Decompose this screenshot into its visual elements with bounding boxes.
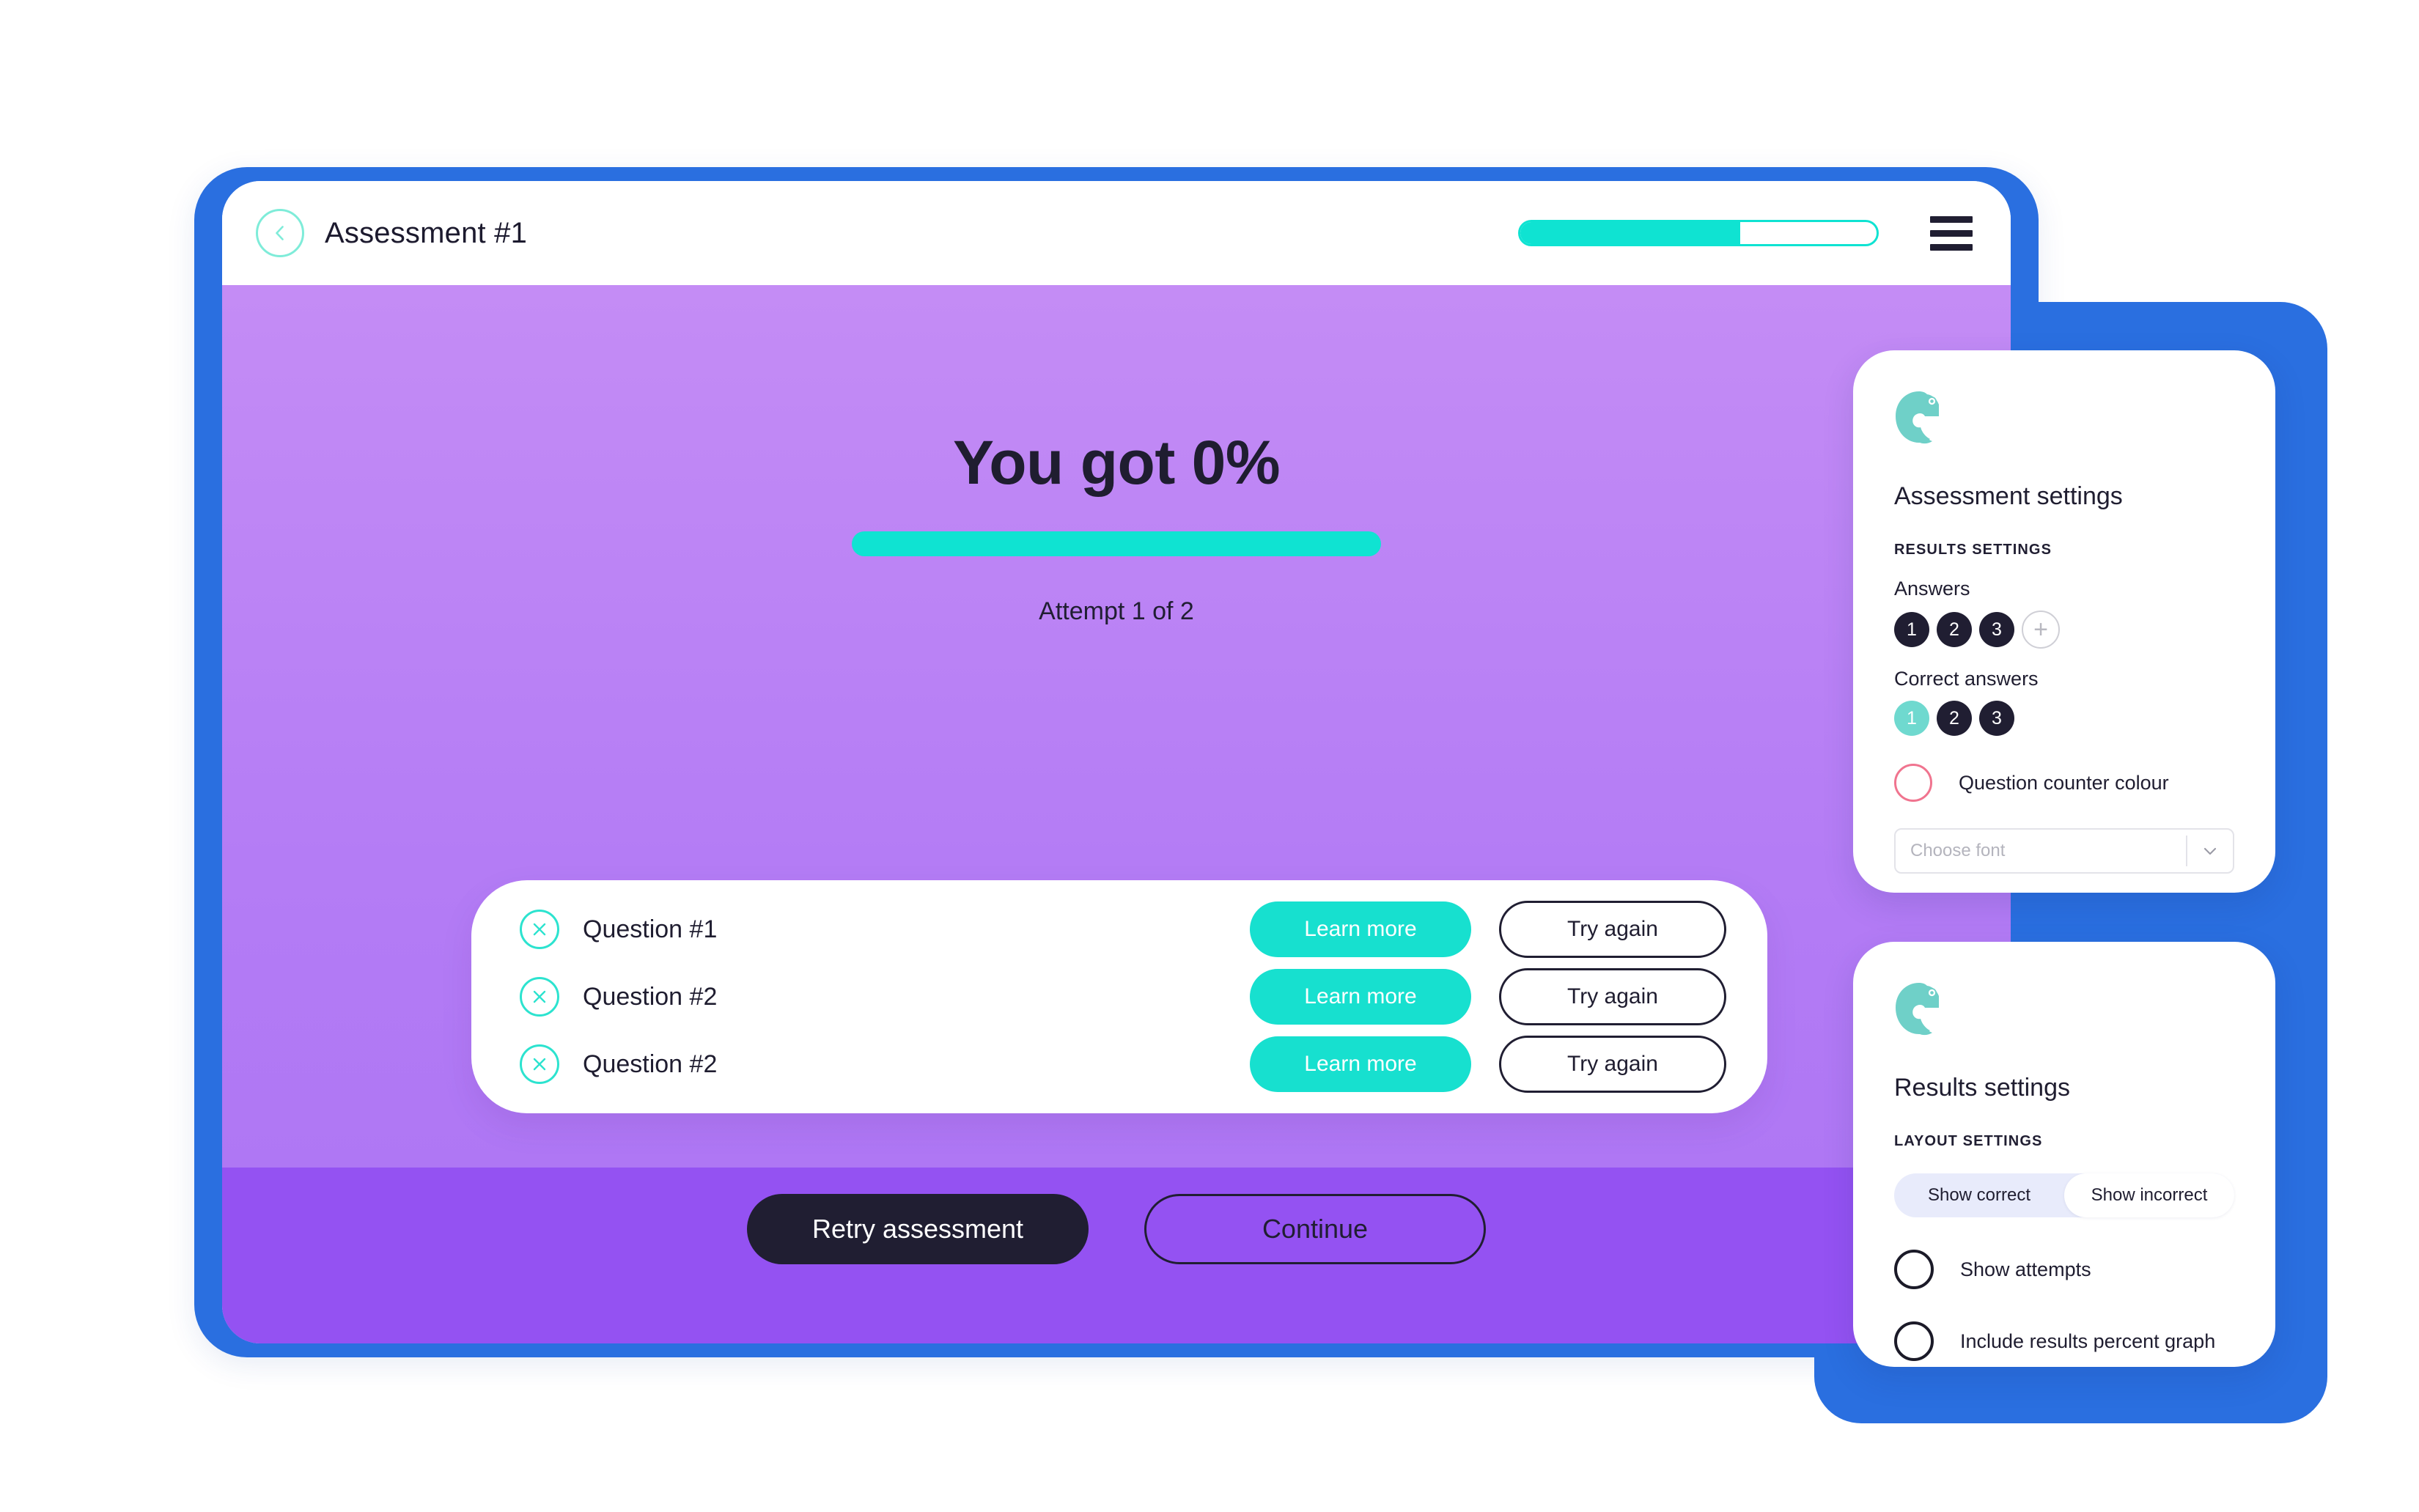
row-actions: Learn more Try again — [1250, 901, 1726, 958]
score-progress-bar — [852, 531, 1381, 556]
attempt-counter: Attempt 1 of 2 — [1039, 597, 1194, 625]
assessment-settings-panel: Assessment settings RESULTS SETTINGS Ans… — [1853, 350, 2275, 893]
question-label: Question #1 — [583, 915, 718, 943]
checkbox-icon[interactable] — [1894, 1321, 1934, 1361]
assessment-progress-fill — [1520, 222, 1741, 244]
panel-title: Results settings — [1894, 1074, 2070, 1102]
question-counter-colour-row: Question counter colour — [1894, 764, 2234, 802]
results-background: You got 0% Attempt 1 of 2 Question #1 Le… — [222, 285, 2011, 1343]
correct-answer-chip[interactable]: 2 — [1937, 701, 1972, 736]
table-row: Question #2 Learn more Try again — [471, 963, 1767, 1030]
hamburger-bar — [1930, 215, 1973, 223]
chevron-down-icon[interactable] — [2187, 841, 2233, 860]
results-actions: Retry assessment Continue — [222, 1194, 2011, 1264]
font-select-value: Choose font — [1910, 841, 2006, 860]
toggle-label: Show attempts — [1960, 1258, 2091, 1280]
segment-show-correct[interactable]: Show correct — [1894, 1173, 2064, 1217]
section-label-layout-settings: LAYOUT SETTINGS — [1894, 1133, 2043, 1149]
answer-chip[interactable]: 1 — [1894, 612, 1929, 647]
checkbox-icon[interactable] — [1894, 1250, 1934, 1289]
question-label: Question #2 — [583, 1050, 718, 1078]
toggle-show-attempts[interactable]: Show attempts — [1894, 1250, 2234, 1289]
question-label: Question #2 — [583, 982, 718, 1011]
try-again-button[interactable]: Try again — [1499, 901, 1726, 958]
layout-segmented-control: Show correct Show incorrect — [1894, 1173, 2234, 1217]
table-row: Question #1 Learn more Try again — [471, 896, 1767, 963]
font-select[interactable]: Choose font — [1894, 828, 2234, 874]
answer-chip[interactable]: 3 — [1979, 612, 2014, 647]
hamburger-bar — [1930, 243, 1973, 251]
row-actions: Learn more Try again — [1250, 968, 1726, 1025]
toggle-include-results-percent-graph[interactable]: Include results percent graph — [1894, 1321, 2234, 1361]
answers-chip-row: 1 2 3 + — [1894, 611, 2234, 649]
hamburger-menu-icon[interactable] — [1930, 215, 1973, 251]
cross-circle-icon[interactable] — [520, 977, 559, 1017]
answers-label: Answers — [1894, 578, 1970, 600]
page-title-topbar: Assessment #1 — [325, 216, 528, 249]
row-actions: Learn more Try again — [1250, 1036, 1726, 1093]
chameleon-logo-icon — [1894, 981, 1948, 1037]
panel-title: Assessment settings — [1894, 482, 2123, 510]
retry-assessment-button[interactable]: Retry assessment — [747, 1194, 1089, 1264]
learn-more-button[interactable]: Learn more — [1250, 901, 1471, 957]
questions-card: Question #1 Learn more Try again Questio… — [471, 880, 1767, 1113]
topbar-right — [1518, 215, 1973, 251]
answer-chip[interactable]: 2 — [1937, 612, 1972, 647]
cross-circle-icon[interactable] — [520, 1044, 559, 1084]
assessment-progress-bar — [1518, 220, 1879, 246]
topbar: Assessment #1 — [222, 181, 2011, 285]
page-title: You got 0% — [952, 428, 1281, 497]
chevron-left-icon[interactable] — [256, 209, 304, 257]
correct-answers-label: Correct answers — [1894, 668, 2039, 690]
section-label-results-settings: RESULTS SETTINGS — [1894, 542, 2052, 558]
question-counter-colour-label: Question counter colour — [1959, 771, 2169, 794]
learn-more-button[interactable]: Learn more — [1250, 1036, 1471, 1092]
continue-button[interactable]: Continue — [1144, 1194, 1486, 1264]
score-block: You got 0% Attempt 1 of 2 — [222, 432, 2011, 626]
learn-more-button[interactable]: Learn more — [1250, 969, 1471, 1025]
cross-circle-icon[interactable] — [520, 910, 559, 949]
try-again-button[interactable]: Try again — [1499, 968, 1726, 1025]
correct-answer-chip[interactable]: 3 — [1979, 701, 2014, 736]
chameleon-logo-icon — [1894, 390, 1948, 446]
colour-swatch[interactable] — [1894, 764, 1932, 802]
correct-answer-chip-selected[interactable]: 1 — [1894, 701, 1929, 736]
plus-icon[interactable]: + — [2022, 611, 2060, 649]
toggle-label: Include results percent graph — [1960, 1330, 2216, 1352]
try-again-button[interactable]: Try again — [1499, 1036, 1726, 1093]
segment-show-incorrect[interactable]: Show incorrect — [2064, 1173, 2234, 1217]
hamburger-bar — [1930, 229, 1973, 237]
correct-answers-chip-row: 1 2 3 — [1894, 701, 2234, 736]
results-settings-panel: Results settings LAYOUT SETTINGS Show co… — [1853, 942, 2275, 1367]
assessment-results-screen: You got 0% Attempt 1 of 2 Question #1 Le… — [222, 181, 2011, 1343]
table-row: Question #2 Learn more Try again — [471, 1030, 1767, 1098]
